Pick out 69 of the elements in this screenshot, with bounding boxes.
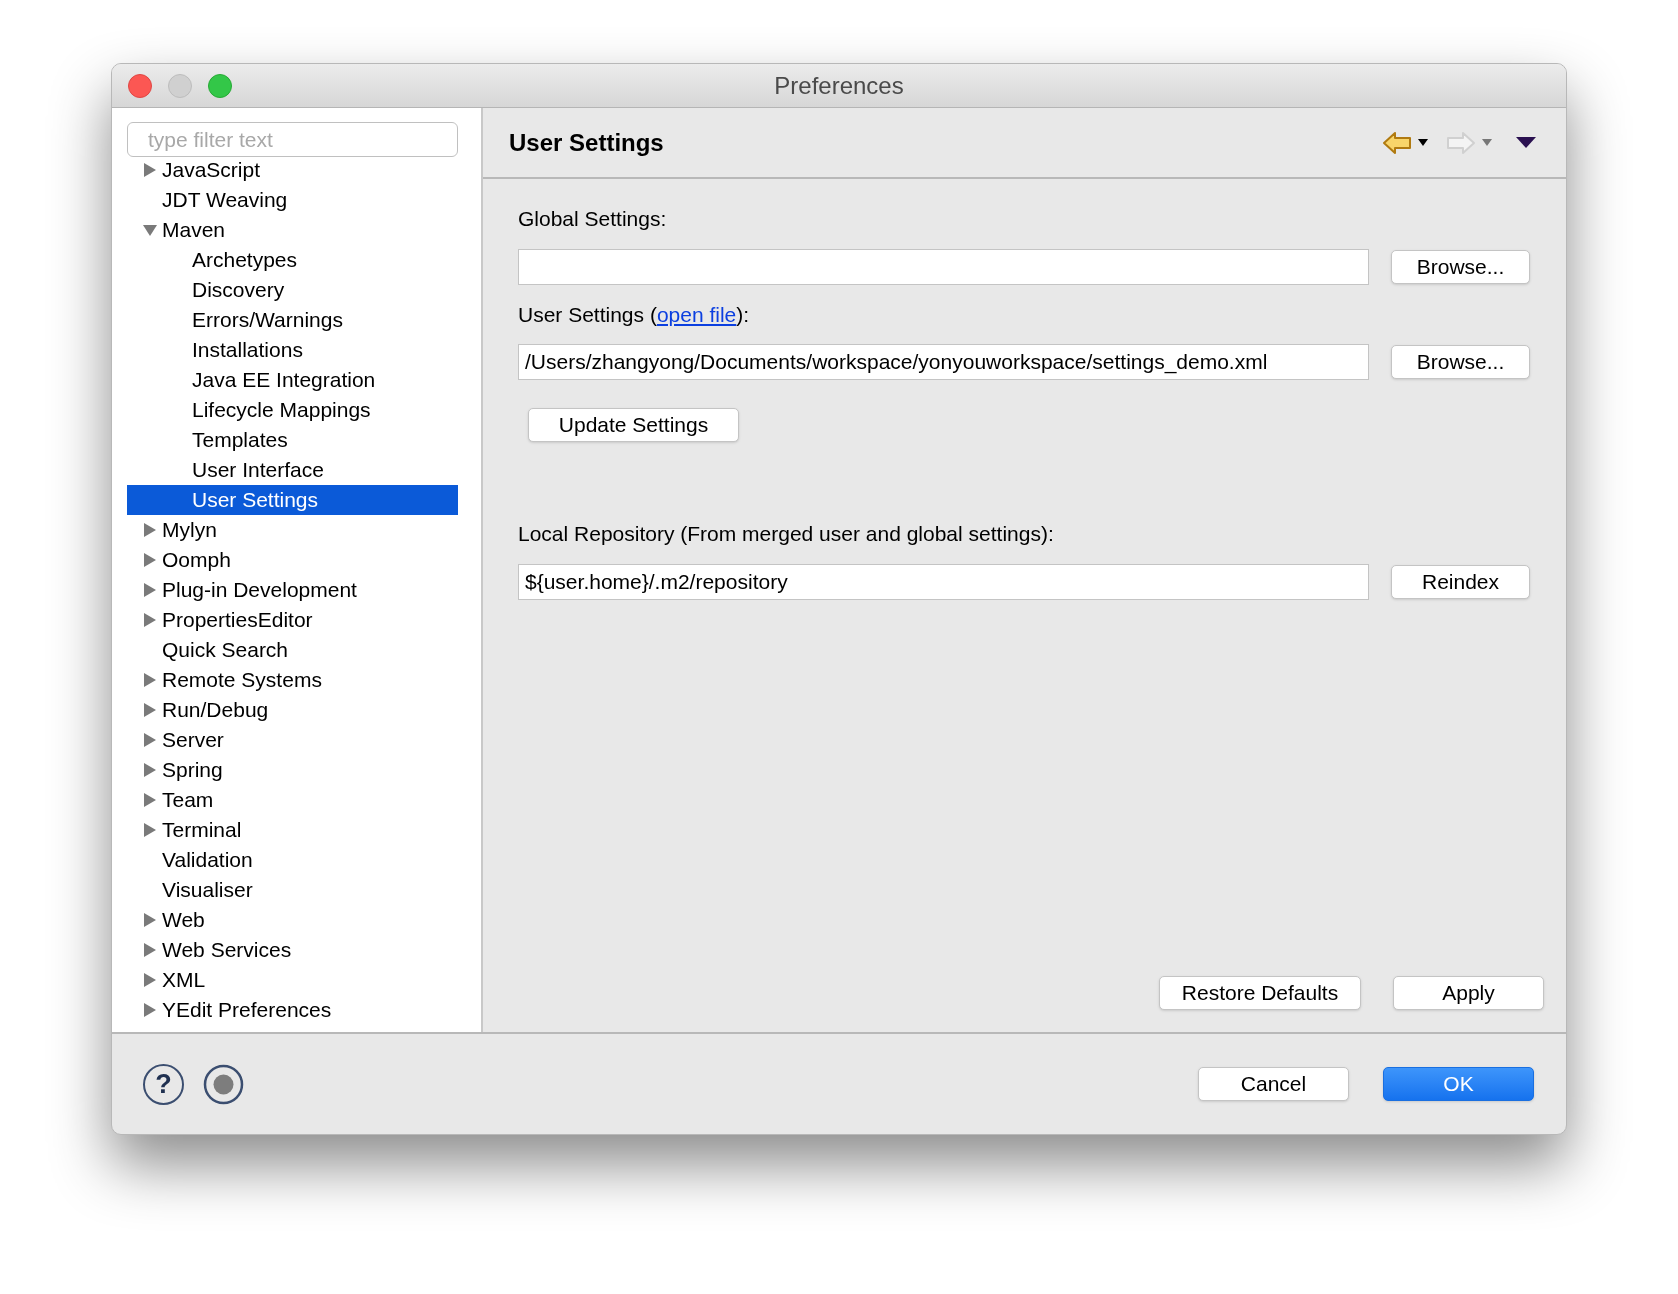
global-settings-field[interactable] xyxy=(518,248,1369,285)
tree-item[interactable]: Oomph xyxy=(127,545,458,575)
close-button[interactable] xyxy=(128,73,152,98)
zoom-button[interactable] xyxy=(208,73,232,98)
collapsed-triangle-icon[interactable] xyxy=(143,703,157,717)
collapsed-triangle-icon[interactable] xyxy=(143,553,157,567)
tree-item[interactable]: User Settings xyxy=(127,485,458,515)
tree-item[interactable]: Visualiser xyxy=(127,875,458,905)
tree-item[interactable]: Run/Debug xyxy=(127,695,458,725)
tree-item[interactable]: Java EE Integration xyxy=(127,365,458,395)
collapsed-triangle-icon[interactable] xyxy=(143,613,157,627)
tree-item[interactable]: XML xyxy=(127,965,458,995)
tree-item[interactable]: Lifecycle Mappings xyxy=(127,395,458,425)
tree-item[interactable]: Remote Systems xyxy=(127,665,458,695)
tree-item[interactable]: Archetypes xyxy=(127,245,458,275)
ok-button[interactable]: OK xyxy=(1383,1067,1534,1101)
field-label: Local Repository (From merged user and global settings): xyxy=(518,521,1055,547)
collapsed-triangle-icon[interactable] xyxy=(143,913,157,927)
tree-item[interactable]: Mylyn xyxy=(127,515,458,545)
collapsed-triangle-icon[interactable] xyxy=(143,673,157,687)
tree-item[interactable]: Installations xyxy=(127,335,458,365)
collapsed-triangle-icon[interactable] xyxy=(143,583,157,597)
tree-item[interactable]: YEdit Preferences xyxy=(127,995,458,1025)
caret-icon[interactable] xyxy=(1418,138,1428,147)
menu-caret-icon[interactable] xyxy=(1516,136,1536,149)
expanded-triangle-icon[interactable] xyxy=(143,223,157,237)
tree-item[interactable]: JavaScript xyxy=(127,155,458,185)
tree-item[interactable]: JDT Weaving xyxy=(127,185,458,215)
tree-item[interactable]: Errors/Warnings xyxy=(127,305,458,335)
collapsed-triangle-icon[interactable] xyxy=(143,973,157,987)
window-title: Preferences xyxy=(774,70,904,101)
collapsed-triangle-icon[interactable] xyxy=(143,163,157,177)
collapsed-triangle-icon[interactable] xyxy=(143,943,157,957)
filter-field[interactable]: type filter text xyxy=(127,122,458,157)
collapsed-triangle-icon[interactable] xyxy=(143,523,157,537)
tree-item[interactable]: Web Services xyxy=(127,935,458,965)
tree-item[interactable]: PropertiesEditor xyxy=(127,605,458,635)
reindex-button[interactable]: Reindex xyxy=(1391,564,1530,599)
collapsed-triangle-icon[interactable] xyxy=(143,733,157,747)
tree-item[interactable]: Server xyxy=(127,725,458,755)
tree-item[interactable]: Team xyxy=(127,785,458,815)
page-title: User Settings xyxy=(509,127,665,158)
tree-item[interactable]: Terminal xyxy=(127,815,458,845)
field-label: User Settings (open file): xyxy=(518,301,751,328)
collapsed-triangle-icon[interactable] xyxy=(143,823,157,837)
tree-item[interactable]: Quick Search xyxy=(127,635,458,665)
browse-button[interactable]: Browse... xyxy=(1391,345,1530,379)
local-repository-field[interactable]: ${user.home}/.m2/repository xyxy=(518,563,1369,600)
tree-item[interactable]: User Interface xyxy=(127,455,458,485)
tree-item[interactable]: Discovery xyxy=(127,275,458,305)
tree-item[interactable]: Spring xyxy=(127,755,458,785)
record-icon[interactable] xyxy=(203,1063,244,1105)
tree-item[interactable]: Templates xyxy=(127,425,458,455)
collapsed-triangle-icon[interactable] xyxy=(143,793,157,807)
apply-button[interactable]: Apply xyxy=(1393,976,1544,1010)
tree-item[interactable]: Maven xyxy=(127,215,458,245)
collapsed-triangle-icon[interactable] xyxy=(143,1003,157,1017)
help-button[interactable]: ? xyxy=(143,1063,184,1105)
restore-defaults-button[interactable]: Restore Defaults xyxy=(1159,976,1361,1010)
tree-item[interactable]: Web xyxy=(127,905,458,935)
user-settings-field[interactable]: /Users/zhangyong/Documents/workspace/yonyouworkspace/settings_demo.xml xyxy=(518,344,1369,380)
back-arrow-icon[interactable] xyxy=(1382,129,1412,156)
field-label: Global Settings: xyxy=(518,206,668,232)
tree-item[interactable]: Plug-in Development xyxy=(127,575,458,605)
tree-item[interactable]: Validation xyxy=(127,845,458,875)
update-settings-button[interactable]: Update Settings xyxy=(528,408,739,442)
cancel-button[interactable]: Cancel xyxy=(1198,1067,1349,1101)
collapsed-triangle-icon[interactable] xyxy=(143,763,157,777)
browse-button[interactable]: Browse... xyxy=(1391,249,1530,284)
